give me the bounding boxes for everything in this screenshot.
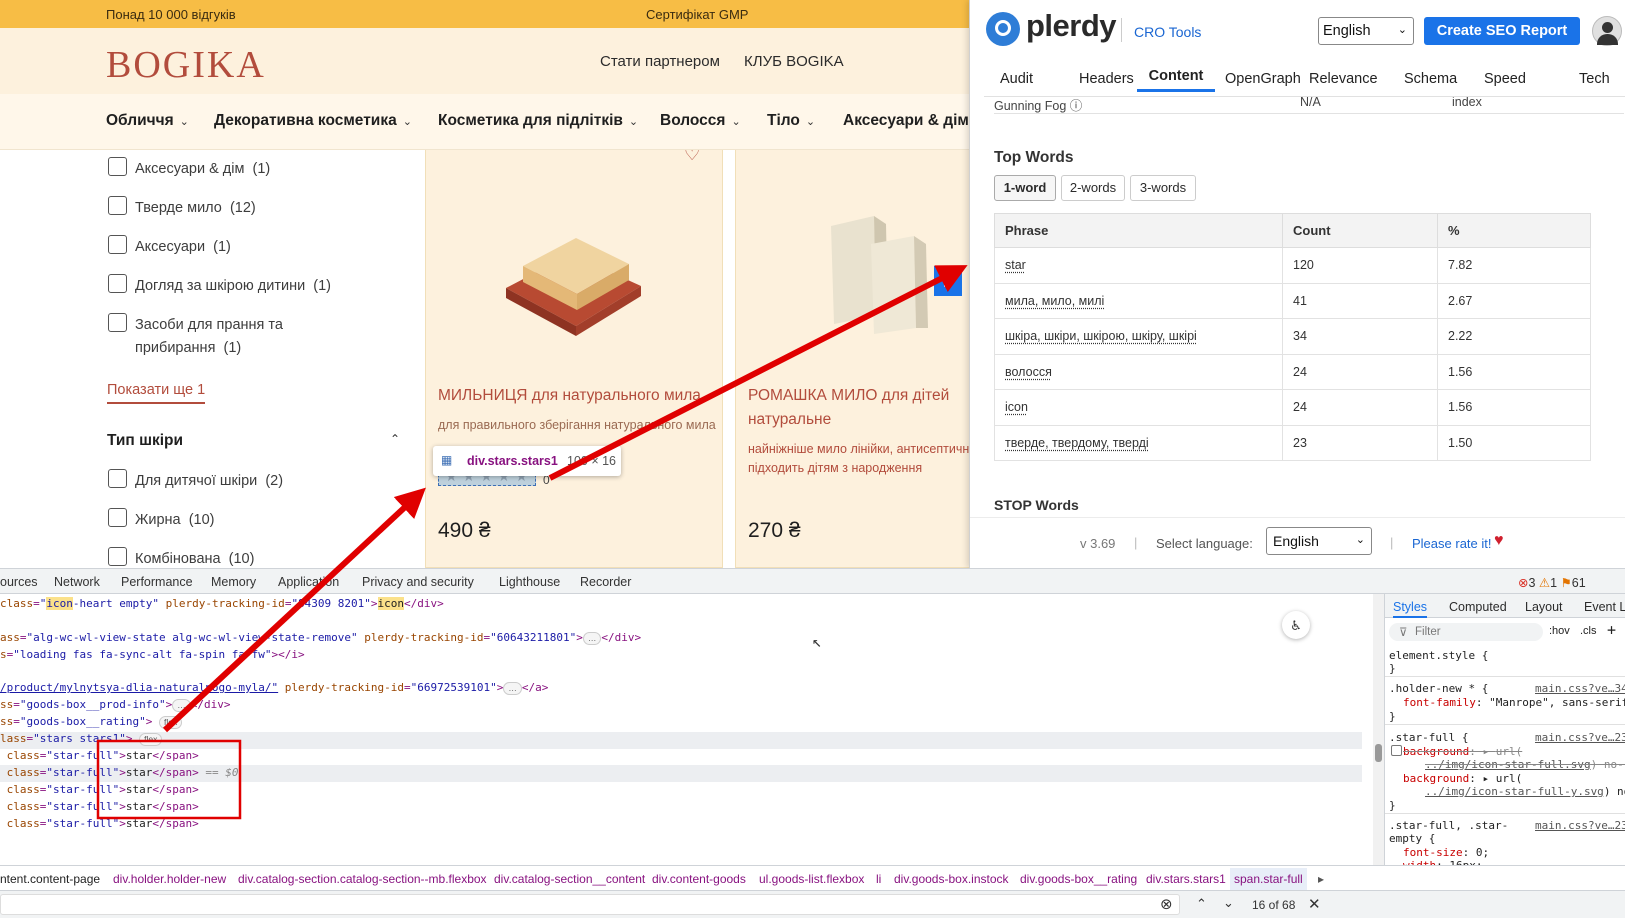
annotation-overlay [96,265,968,820]
highlight-box [96,739,242,820]
arrow-stars-to-table [548,265,968,481]
arrow-code-to-stars [162,487,426,733]
